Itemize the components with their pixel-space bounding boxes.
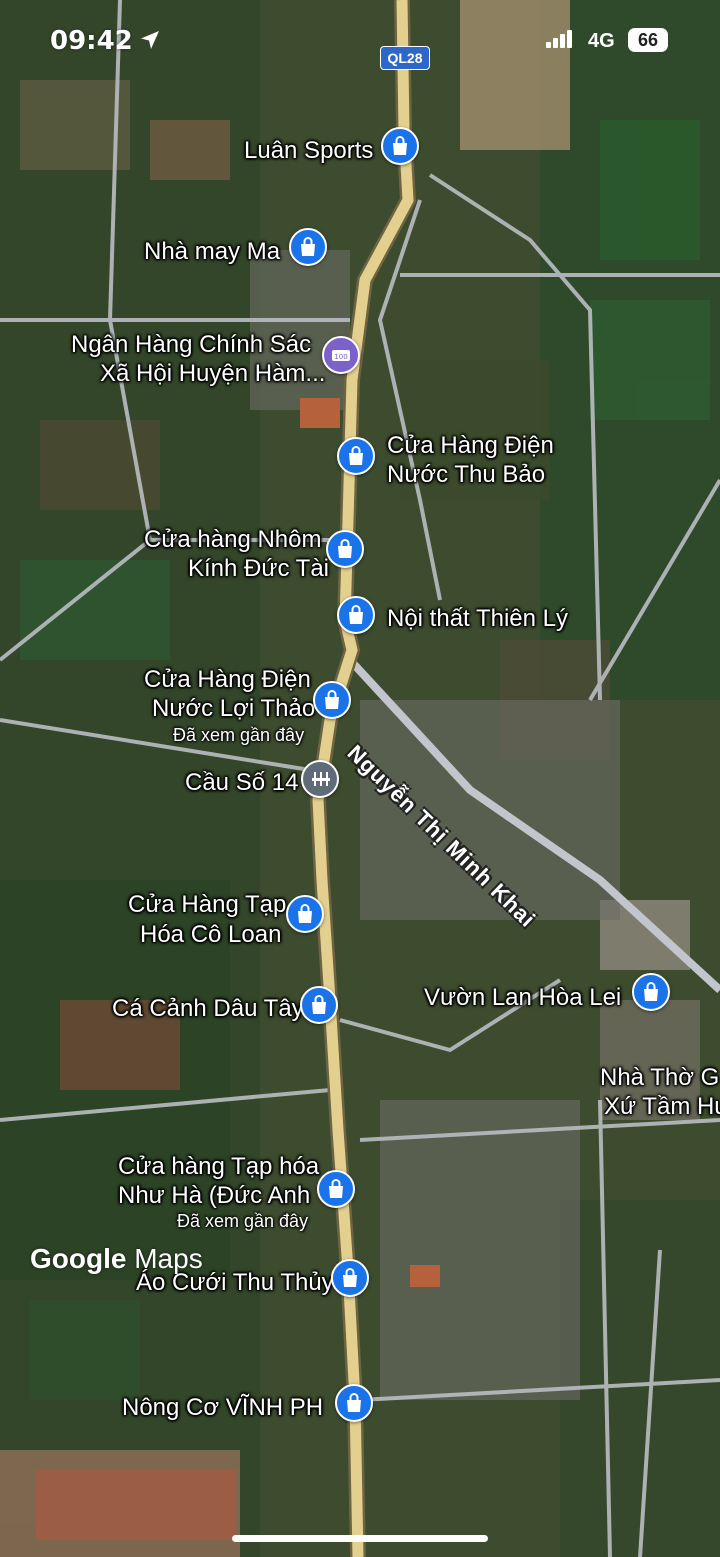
recently-viewed-note: Đã xem gần đây (177, 1211, 309, 1231)
location-arrow-icon (141, 31, 159, 49)
signal-icon (546, 30, 574, 48)
shopping-bag-icon[interactable] (337, 596, 375, 634)
poi-label-line1: Cửa hàng Tạp hóa (118, 1153, 320, 1180)
status-time: 09:42 (50, 26, 133, 56)
bridge-icon[interactable] (301, 760, 339, 798)
poi-label-line1: Cửa hàng Nhôm (144, 526, 322, 553)
poi-label-line2: Xã Hội Huyện Hàm... (100, 360, 326, 387)
poi-label: Cá Cảnh Dâu Tây (112, 995, 304, 1022)
poi-label: Vườn Lan Hòa Lei (424, 984, 622, 1011)
shopping-bag-icon[interactable] (632, 973, 670, 1011)
poi-label: Nội thất Thiên Lý (387, 605, 568, 632)
shopping-bag-icon[interactable] (337, 437, 375, 475)
atm-icon[interactable]: 100 (322, 336, 360, 374)
status-bar: 09:42 4G 66 (0, 22, 720, 62)
shopping-bag-icon[interactable] (335, 1384, 373, 1422)
poi-label-line1: Ngân Hàng Chính Sác (71, 331, 312, 358)
poi-label-line2: Như Hà (Đức Anh (118, 1182, 311, 1209)
poi-label: Luân Sports (244, 137, 374, 164)
recently-viewed-note: Đã xem gần đây (173, 725, 305, 745)
poi-label-line2: Kính Đức Tài (188, 555, 330, 582)
shopping-bag-icon[interactable] (381, 127, 419, 165)
network-type: 4G (588, 30, 615, 52)
shopping-bag-icon[interactable] (313, 681, 351, 719)
shopping-bag-icon[interactable] (300, 986, 338, 1024)
svg-text:100: 100 (334, 353, 347, 361)
shopping-bag-icon[interactable] (286, 895, 324, 933)
poi-label-line2: Nước Thu Bảo (387, 461, 546, 488)
shopping-bag-icon[interactable] (289, 228, 327, 266)
poi-label-line1: Cửa Hàng Tạp (128, 891, 287, 918)
poi-label-line1: Nhà Thờ G (600, 1064, 720, 1091)
poi-label: Cầu Số 14 (185, 769, 299, 796)
logo-brand: Google (30, 1243, 127, 1274)
poi-label-line1: Cửa Hàng Điện (387, 432, 554, 459)
shopping-bag-icon[interactable] (317, 1170, 355, 1208)
shopping-bag-icon[interactable] (326, 530, 364, 568)
poi-label-line2: Xứ Tầm Hư (604, 1093, 720, 1120)
poi-label-line2: Nước Lợi Thảo (152, 695, 316, 722)
poi-label-line2: Hóa Cô Loan (140, 921, 282, 948)
poi-label: Nông Cơ VĨNH PH (122, 1394, 324, 1421)
home-indicator[interactable] (232, 1535, 488, 1542)
battery-icon: 66 (628, 28, 668, 52)
satellite-map[interactable] (0, 0, 720, 1557)
shopping-bag-icon[interactable] (331, 1259, 369, 1297)
route-shield: QL28 (380, 46, 430, 70)
poi-label: Nhà may Ma (144, 238, 281, 265)
poi-label-line1: Cửa Hàng Điện (144, 666, 311, 693)
logo-product: Maps (134, 1243, 203, 1274)
google-maps-logo: Google Maps (30, 1243, 203, 1275)
